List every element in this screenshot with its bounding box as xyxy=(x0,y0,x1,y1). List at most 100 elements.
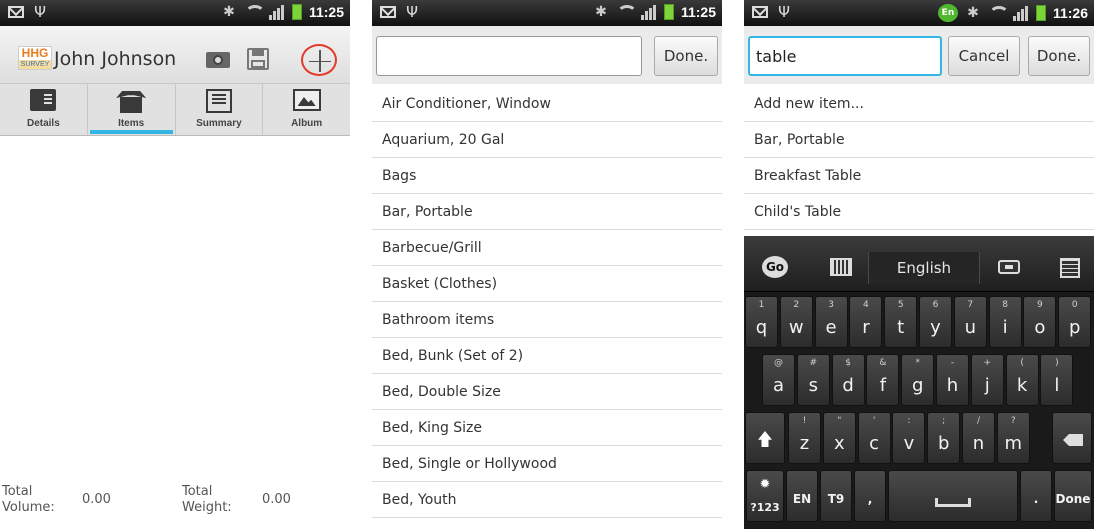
letter-key[interactable]: / n xyxy=(962,412,995,464)
letter-key[interactable]: $ d xyxy=(831,354,865,406)
list-item[interactable]: Aquarium, 20 Gal xyxy=(372,122,722,158)
key-label: f xyxy=(879,375,887,396)
language-switch[interactable]: English xyxy=(868,252,980,284)
search-result-item[interactable]: Bar, Portable xyxy=(744,122,1094,158)
keyboard-hide-icon[interactable] xyxy=(998,260,1020,274)
letter-key[interactable]: ) l xyxy=(1040,354,1074,406)
letter-key[interactable]: & f xyxy=(866,354,900,406)
list-item[interactable]: Air Conditioner, Window xyxy=(372,86,722,122)
letter-key[interactable]: @ a xyxy=(762,354,795,406)
key-alt-label: 7 xyxy=(967,300,974,310)
key-alt-label: * xyxy=(915,358,920,368)
list-item[interactable]: Bar, Portable xyxy=(372,194,722,230)
signal-icon xyxy=(640,4,657,20)
letter-key[interactable]: 4r xyxy=(849,296,883,348)
comma-key[interactable]: , xyxy=(854,470,886,522)
space-key[interactable] xyxy=(888,470,1018,522)
input-language-badge: En xyxy=(937,4,958,22)
save-icon[interactable] xyxy=(247,48,271,70)
key-label: Done xyxy=(1055,492,1091,506)
soft-keyboard: Go English 1q2w3e4r5t6y7u8i9o0p @ a # s $ d & f… xyxy=(744,236,1094,529)
done-button[interactable]: Done. xyxy=(654,36,718,76)
search-result-item[interactable]: Breakfast Table xyxy=(744,158,1094,194)
list-item[interactable]: Bathroom items xyxy=(372,302,722,338)
key-alt-label: : xyxy=(907,416,911,426)
mail-icon xyxy=(8,6,24,18)
key-alt-label: & xyxy=(879,358,887,368)
t9-key[interactable]: T9 xyxy=(820,470,852,522)
usb-icon: Ψ xyxy=(778,3,790,21)
mail-icon xyxy=(380,6,396,18)
letter-key[interactable]: 3e xyxy=(814,296,848,348)
list-item[interactable]: Bed, Double Size xyxy=(372,374,722,410)
letter-key[interactable]: 9o xyxy=(1023,296,1057,348)
wifi-icon xyxy=(616,4,637,20)
search-input[interactable]: table xyxy=(748,36,942,76)
letter-key[interactable]: + j xyxy=(970,354,1004,406)
list-item[interactable]: Bags xyxy=(372,158,722,194)
key-alt-label: 2 xyxy=(793,300,800,310)
key-alt-label: ( xyxy=(1020,358,1024,368)
wifi-icon xyxy=(988,5,1009,21)
list-item[interactable]: Bed, Single or Hollywood xyxy=(372,446,722,482)
letter-key[interactable]: * g xyxy=(901,354,935,406)
keyboard-layout-icon[interactable] xyxy=(830,258,852,276)
shift-key[interactable] xyxy=(745,412,785,464)
letter-key[interactable]: (k xyxy=(1005,354,1039,406)
letter-key[interactable]: -h xyxy=(936,354,969,406)
tab-details[interactable]: Details xyxy=(0,84,88,135)
search-result-item[interactable]: Child's Table xyxy=(744,194,1094,230)
letter-key[interactable]: ; b xyxy=(927,412,961,464)
summary-icon xyxy=(205,89,232,113)
key-label: m xyxy=(1004,433,1023,454)
list-item[interactable]: Barbecue/Grill xyxy=(372,230,722,266)
key-label: t xyxy=(897,317,905,338)
list-item[interactable]: Basket (Clothes) xyxy=(372,266,722,302)
tab-label: Details xyxy=(26,118,60,129)
key-alt-label: # xyxy=(809,358,818,368)
done-button[interactable]: Done. xyxy=(1028,36,1090,76)
letter-key[interactable]: 5t xyxy=(884,296,918,348)
key-alt-label: $ xyxy=(845,358,851,368)
letter-key[interactable]: :v xyxy=(892,412,926,464)
symbols-key[interactable]: ✹ ?123 xyxy=(746,470,784,522)
tab-items[interactable]: Items xyxy=(88,84,176,135)
tab-summary[interactable]: Summary xyxy=(176,84,264,135)
letter-key[interactable]: 0p xyxy=(1058,296,1092,348)
keyboard-row-3: ! z " x ' c: v; b / n? m xyxy=(744,410,1094,466)
customer-name: John Johnson xyxy=(54,48,177,70)
letter-key[interactable]: 7u xyxy=(953,296,987,348)
done-key[interactable]: Done xyxy=(1054,470,1092,522)
letter-key[interactable]: ' c xyxy=(857,412,891,464)
bluetooth-icon: ✱ xyxy=(595,4,607,20)
letter-key[interactable]: 6y xyxy=(919,296,952,348)
list-item[interactable]: Bed, Youth xyxy=(372,482,722,518)
letter-key[interactable]: # s xyxy=(796,354,830,406)
letter-key[interactable]: ! z xyxy=(788,412,821,464)
tab-album[interactable]: Album xyxy=(263,84,350,135)
backspace-key[interactable] xyxy=(1052,412,1092,464)
language-key[interactable]: EN xyxy=(786,470,818,522)
letter-key[interactable]: ? m xyxy=(996,412,1030,464)
key-alt-label: 0 xyxy=(1071,300,1078,310)
key-label: j xyxy=(984,375,990,396)
logo-text-hhg: HHG xyxy=(21,46,49,60)
search-result-item[interactable]: Add new item... xyxy=(744,86,1094,122)
camera-icon[interactable] xyxy=(206,48,230,70)
keyboard-row-4: ✹ ?123 EN T9 , . Done xyxy=(744,468,1094,524)
keyboard-menu-icon[interactable] xyxy=(1060,258,1080,278)
key-alt-label: 8 xyxy=(1002,300,1008,310)
letter-key[interactable]: 2w xyxy=(779,296,813,348)
details-icon xyxy=(30,89,57,111)
letter-key[interactable]: " x xyxy=(822,412,856,464)
list-item[interactable]: Bed, Bunk (Set of 2) xyxy=(372,338,722,374)
item-list: Air Conditioner, Window Aquarium, 20 Gal B… xyxy=(372,86,722,518)
letter-key[interactable]: 8i xyxy=(988,296,1022,348)
add-icon[interactable] xyxy=(301,44,337,76)
list-item[interactable]: Bed, King Size xyxy=(372,410,722,446)
period-key[interactable]: . xyxy=(1020,470,1052,522)
search-input[interactable] xyxy=(376,36,642,76)
cancel-button[interactable]: Cancel xyxy=(948,36,1020,76)
go-keyboard-icon[interactable]: Go xyxy=(762,256,788,278)
letter-key[interactable]: 1q xyxy=(745,296,778,348)
